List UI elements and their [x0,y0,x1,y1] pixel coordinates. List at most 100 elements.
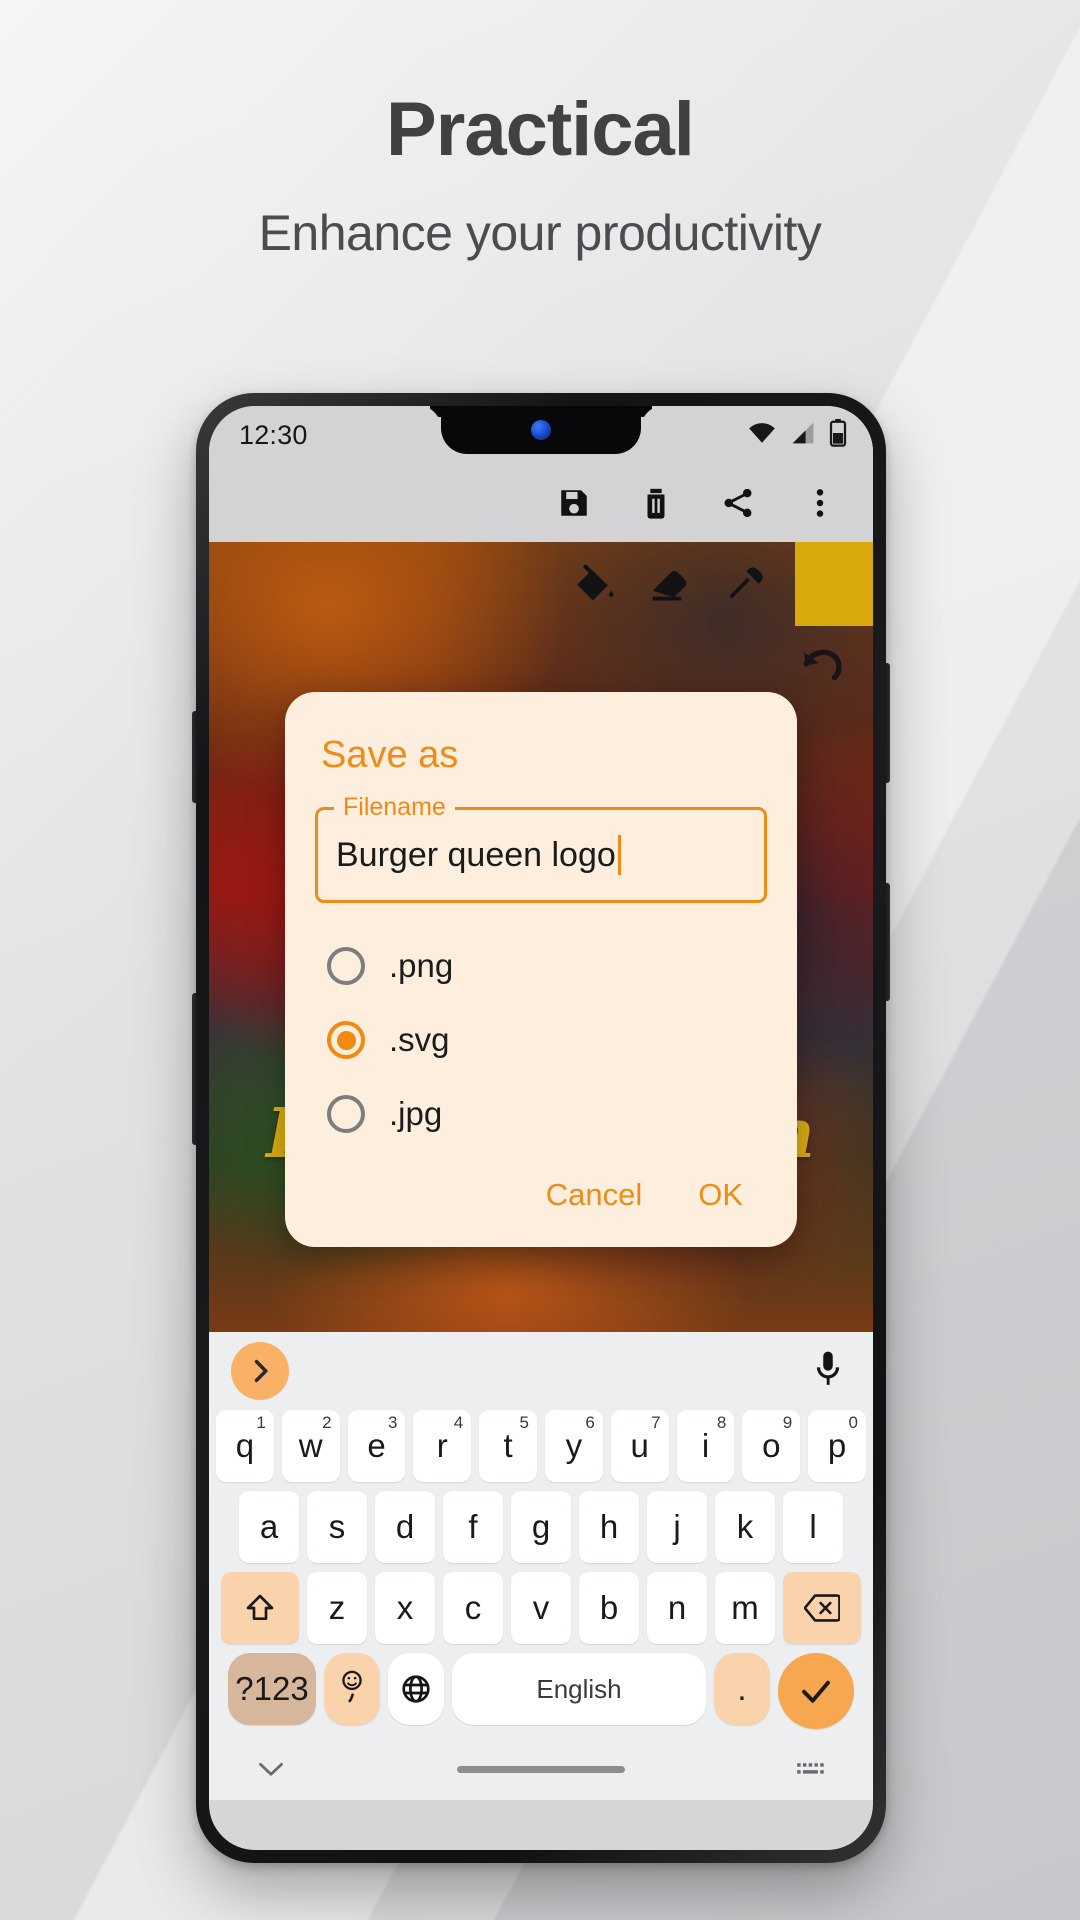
front-camera [531,420,551,440]
page-title: Practical [386,87,695,172]
dialog-title: Save as [321,734,459,776]
cell-signal-icon [790,421,816,450]
key-label: p [827,1427,847,1464]
current-color-swatch[interactable] [795,542,873,626]
key-label: t [503,1427,513,1464]
key-l[interactable]: l [783,1491,843,1563]
status-clock: 12:30 [239,419,308,450]
shift-icon[interactable] [221,1572,299,1644]
radio-circle-selected [327,1021,365,1059]
share-icon[interactable] [719,484,757,522]
key-f[interactable]: f [443,1491,503,1563]
key-d[interactable]: d [375,1491,435,1563]
filename-value: Burger queen logo [336,835,616,874]
filename-input[interactable]: Filename Burger queen logo [315,793,767,903]
key-h[interactable]: h [579,1491,639,1563]
radio-option-png[interactable]: .png [327,947,767,985]
space-key[interactable]: English [452,1653,706,1725]
save-icon[interactable] [555,484,593,522]
key-o[interactable]: 9o [742,1410,801,1482]
key-superscript: 1 [256,1413,266,1432]
radio-label: .jpg [389,1095,443,1132]
key-n[interactable]: n [647,1572,707,1644]
key-m[interactable]: m [715,1572,775,1644]
keyboard-row-4: ?123 English . [209,1653,873,1729]
keyboard-switch-icon[interactable] [791,1754,831,1784]
wifi-icon [747,422,777,449]
drawing-canvas[interactable]: Burger Queen Save as Filename Burger que… [209,542,873,1332]
key-s[interactable]: s [307,1491,367,1563]
microphone-icon[interactable] [813,1350,843,1393]
save-as-dialog: Save as Filename Burger queen logo .png … [285,692,797,1247]
promo-text-block: Practical Enhance your productivity [0,92,1080,262]
key-superscript: 9 [782,1413,793,1432]
phone-notch [441,406,641,454]
key-y[interactable]: 6y [545,1410,603,1482]
key-label: i [701,1427,710,1464]
page-subtitle: Enhance your productivity [258,205,822,261]
key-superscript: 3 [387,1413,398,1432]
key-superscript: 8 [716,1413,727,1432]
phone-volume-button [885,883,890,1001]
key-superscript: 0 [848,1413,858,1432]
key-g[interactable]: g [511,1491,571,1563]
key-label: y [565,1427,583,1464]
globe-icon[interactable] [388,1653,444,1725]
emoji-key[interactable] [324,1653,380,1725]
symbols-key[interactable]: ?123 [228,1653,316,1725]
key-superscript: 2 [322,1413,332,1432]
drawing-toolbar [209,542,873,626]
key-e[interactable]: 3e [347,1410,406,1482]
key-label: r [436,1427,448,1464]
key-b[interactable]: b [579,1572,639,1644]
radio-circle [327,1095,365,1133]
key-p[interactable]: 0p [808,1410,866,1482]
key-a[interactable]: a [239,1491,299,1563]
radio-option-svg[interactable]: .svg [327,1021,767,1059]
key-superscript: 5 [519,1413,529,1432]
chevron-right-icon[interactable] [231,1342,289,1400]
home-indicator[interactable] [457,1765,625,1773]
key-c[interactable]: c [443,1572,503,1644]
ok-button[interactable]: OK [698,1177,743,1213]
key-label: u [630,1427,649,1464]
undo-icon[interactable] [795,638,851,694]
keyboard-row-1: 1q 2w 3e 4r 5t 6y 7u 8i 9o 0p [209,1410,873,1482]
key-w[interactable]: 2w [281,1410,340,1482]
key-q[interactable]: 1q [216,1410,274,1482]
radio-circle [327,947,365,985]
eyedropper-icon[interactable] [719,557,773,611]
key-r[interactable]: 4r [413,1410,472,1482]
keyboard-row-3: z x c v b n m [209,1572,873,1644]
key-v[interactable]: v [511,1572,571,1644]
cancel-button[interactable]: Cancel [546,1177,643,1213]
keyboard-row-2: a s d f g h j k l [209,1491,873,1563]
key-k[interactable]: k [715,1491,775,1563]
text-caret [617,835,621,875]
key-t[interactable]: 5t [479,1410,537,1482]
hide-keyboard-icon[interactable] [251,1754,291,1784]
key-label: w [298,1427,323,1464]
key-u[interactable]: 7u [610,1410,669,1482]
fill-bucket-icon[interactable] [567,557,621,611]
app-toolbar [209,464,873,542]
key-label: o [762,1427,781,1464]
navigation-bar [209,1738,873,1800]
eraser-icon[interactable] [643,557,697,611]
period-key[interactable]: . [714,1653,770,1725]
radio-option-jpg[interactable]: .jpg [327,1095,767,1133]
delete-icon[interactable] [637,484,675,522]
key-j[interactable]: j [647,1491,707,1563]
key-x[interactable]: x [375,1572,435,1644]
radio-label: .svg [389,1021,450,1058]
overflow-menu-icon[interactable] [801,484,839,522]
checkmark-icon[interactable] [778,1653,854,1729]
key-label: q [235,1427,255,1464]
suggestion-bar [209,1332,873,1410]
radio-label: .png [389,947,454,984]
filename-label: Filename [334,793,455,822]
key-i[interactable]: 8i [676,1410,735,1482]
backspace-icon[interactable] [783,1572,861,1644]
key-superscript: 4 [453,1413,464,1432]
key-z[interactable]: z [307,1572,367,1644]
